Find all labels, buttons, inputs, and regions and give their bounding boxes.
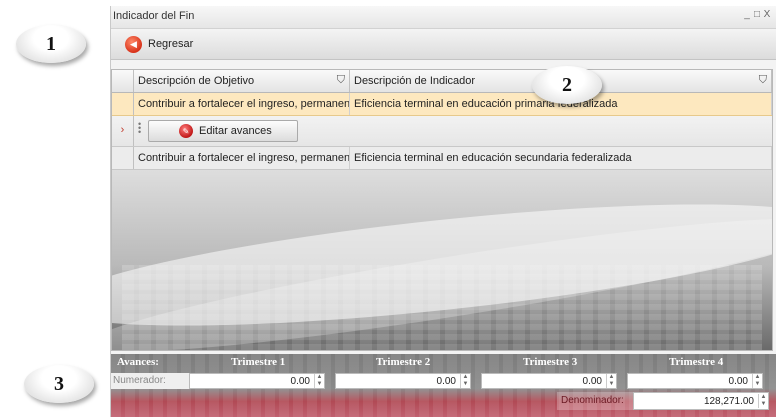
back-button-label: Regresar (148, 38, 194, 50)
denominador-label: Denominador: (557, 392, 633, 410)
grid-header: Descripción de Objetivo ⛉ Descripción de… (112, 70, 772, 93)
numerador-q1-input[interactable]: 0.00 ▲ ▼ (189, 373, 325, 389)
title-bar: Indicador del Fin _ □ X (111, 6, 776, 29)
table-row[interactable]: Contribuir a fortalecer el ingreso, perm… (112, 147, 772, 170)
avances-label: Avances: (117, 356, 159, 368)
column-header-objetivo[interactable]: Descripción de Objetivo ⛉ (134, 70, 350, 92)
indicators-grid: Descripción de Objetivo ⛉ Descripción de… (111, 69, 773, 351)
minimize-button[interactable]: _ (743, 9, 753, 20)
window: Indicador del Fin _ □ X ◀ Regresar Descrip… (110, 6, 776, 417)
filter-icon[interactable]: ⛉ (759, 74, 767, 87)
numerador-q3-input[interactable]: 0.00 ▲ ▼ (481, 373, 617, 389)
numerador-q2-input[interactable]: 0.00 ▲ ▼ (335, 373, 471, 389)
spin-button[interactable]: ▲ ▼ (752, 374, 762, 388)
close-button[interactable]: X (763, 9, 773, 20)
row-detail: › • • • ✎ Editar avances (112, 116, 772, 147)
back-button[interactable]: ◀ Regresar (125, 35, 193, 53)
numerador-q4-input[interactable]: 0.00 ▲ ▼ (627, 373, 763, 389)
maximize-button[interactable]: □ (753, 9, 763, 20)
callout-2: 2 (532, 66, 602, 104)
background-pattern (122, 265, 762, 350)
table-row[interactable]: Contribuir a fortalecer el ingreso, perm… (112, 93, 772, 116)
row-selector[interactable] (112, 93, 134, 115)
edit-progress-label: Editar avances (199, 125, 272, 137)
numerador-label: Numerador: (111, 373, 189, 389)
drag-handle-icon[interactable]: • • • (138, 120, 144, 146)
spin-button[interactable]: ▲ ▼ (758, 394, 768, 408)
quarter-header: Trimestre 1 (231, 356, 286, 368)
edit-progress-button[interactable]: ✎ Editar avances (148, 120, 298, 142)
window-controls: _ □ X (743, 9, 773, 20)
callout-3: 3 (24, 365, 94, 403)
spin-button[interactable]: ▲ ▼ (460, 374, 470, 388)
expand-arrow-icon[interactable]: › (112, 116, 134, 146)
quarter-header: Trimestre 4 (669, 356, 724, 368)
objetivo-cell[interactable]: Contribuir a fortalecer el ingreso, perm… (134, 93, 350, 115)
row-selector[interactable] (112, 147, 134, 169)
spin-button[interactable]: ▲ ▼ (314, 374, 324, 388)
column-header-label: Descripción de Objetivo (138, 75, 255, 87)
quarter-header: Trimestre 3 (523, 356, 578, 368)
indicador-cell[interactable]: Eficiencia terminal en educación secunda… (350, 147, 772, 169)
row-selector-header (112, 70, 134, 92)
pencil-icon: ✎ (179, 124, 193, 138)
quarter-header: Trimestre 2 (376, 356, 431, 368)
toolbar: ◀ Regresar (111, 29, 776, 60)
back-arrow-icon: ◀ (125, 35, 142, 53)
window-title: Indicador del Fin (113, 10, 195, 22)
objetivo-cell[interactable]: Contribuir a fortalecer el ingreso, perm… (134, 147, 350, 169)
spin-button[interactable]: ▲ ▼ (606, 374, 616, 388)
column-header-label: Descripción de Indicador (354, 75, 476, 87)
denominador-input[interactable]: 128,271.00 ▲ ▼ (633, 392, 769, 410)
progress-panel: Avances: Trimestre 1 Trimestre 2 Trimest… (111, 354, 776, 417)
callout-1: 1 (16, 25, 86, 63)
filter-icon[interactable]: ⛉ (337, 74, 345, 87)
